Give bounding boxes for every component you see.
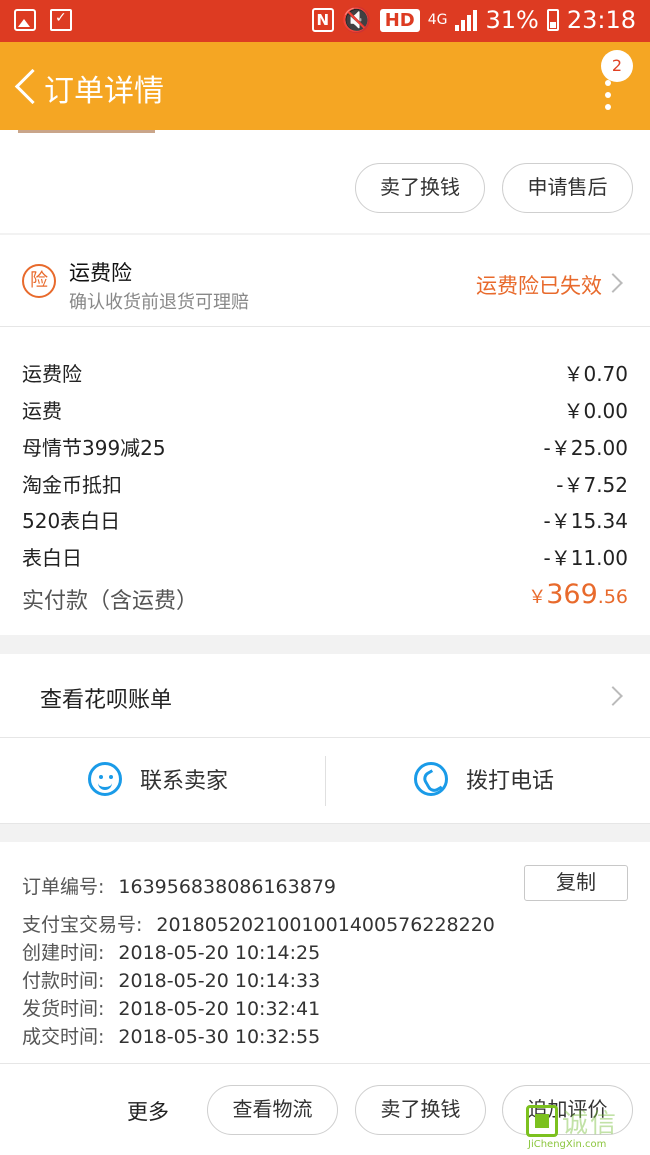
huabei-label: 查看花呗账单: [40, 688, 173, 713]
fee-label: 520表白日: [22, 509, 121, 533]
chevron-right-icon: [603, 686, 623, 706]
sell-button-bottom[interactable]: 卖了换钱: [355, 1085, 486, 1135]
total-amount: ￥369.56: [528, 579, 628, 610]
fee-breakdown: 运费险 ￥0.70 运费 ￥0.00 母情节399减25 -￥25.00 淘金币…: [0, 327, 650, 635]
insurance-name: 运费险: [69, 261, 132, 285]
battery-icon: [546, 9, 559, 31]
fee-label: 运费: [22, 399, 62, 423]
paid-time-row: 付款时间: 2018-05-20 10:14:33: [22, 966, 320, 993]
fee-value: -￥25.00: [543, 436, 628, 460]
network-type-label: 4G: [427, 12, 448, 28]
created-time-value: 2018-05-20 10:14:25: [118, 942, 321, 964]
fee-row: 运费险 ￥0.70: [22, 358, 628, 390]
gallery-icon: [14, 9, 36, 31]
copy-button[interactable]: 复制: [524, 865, 628, 901]
contact-seller-button[interactable]: 联系卖家: [88, 762, 228, 796]
fee-label: 表白日: [22, 546, 82, 570]
watermark-url: JiChengXin.com: [528, 1139, 607, 1150]
paid-time-value: 2018-05-20 10:14:33: [118, 970, 321, 992]
fee-label: 母情节399减25: [22, 436, 166, 460]
created-time-label: 创建时间:: [22, 942, 105, 964]
view-logistics-button[interactable]: 查看物流: [207, 1085, 338, 1135]
fee-row: 表白日 -￥11.00: [22, 542, 628, 574]
order-info: 订单编号: 163956838086163879 复制 支付宝交易号: 201805…: [0, 842, 650, 1064]
fee-value: ￥0.70: [563, 362, 628, 386]
status-bar: N 🔇 HD 4G 31% 23:18: [0, 0, 650, 42]
bottom-action-bar: 更多 查看物流 卖了换钱 追加评价 诚信 JiChengXin.com: [0, 1064, 650, 1155]
site-watermark: 诚信 JiChengXin.com: [526, 1105, 646, 1150]
sell-button[interactable]: 卖了换钱: [355, 163, 485, 213]
chat-face-icon: [88, 762, 122, 796]
fee-value: -￥11.00: [543, 546, 628, 570]
total-integer: 369: [546, 579, 598, 610]
signal-icon: [455, 9, 478, 31]
fee-label: 淘金币抵扣: [22, 473, 122, 497]
fee-value: ￥0.00: [563, 399, 628, 423]
call-phone-button[interactable]: 拨打电话: [414, 762, 554, 796]
mute-icon: 🔇: [341, 6, 372, 34]
product-thumbnail-edge: [18, 130, 155, 133]
shipped-time-row: 发货时间: 2018-05-20 10:32:41: [22, 994, 320, 1021]
order-number-row: 订单编号: 163956838086163879: [22, 872, 336, 899]
watermark-logo-icon: [526, 1105, 558, 1137]
alipay-number-row: 支付宝交易号: 2018052021001001400576228220: [22, 910, 495, 937]
battery-percent: 31%: [485, 6, 539, 34]
contact-seller-label: 联系卖家: [140, 769, 229, 794]
fee-label: 运费险: [22, 362, 82, 386]
nfc-icon: N: [311, 8, 334, 32]
huabei-bill-row[interactable]: 查看花呗账单: [0, 654, 650, 738]
message-badge: 2: [601, 50, 633, 82]
phone-icon: [414, 762, 448, 796]
insurance-status: 运费险已失效: [476, 274, 602, 298]
alipay-number-value: 2018052021001001400576228220: [156, 914, 495, 936]
shipped-time-label: 发货时间:: [22, 998, 105, 1020]
fee-value: -￥15.34: [543, 509, 628, 533]
watermark-text: 诚信: [562, 1109, 619, 1139]
total-currency: ￥: [528, 587, 547, 608]
chevron-right-icon: [603, 273, 623, 293]
order-number-value: 163956838086163879: [118, 876, 336, 898]
order-number-label: 订单编号:: [22, 876, 105, 898]
clock: 23:18: [566, 6, 636, 34]
fee-row: 母情节399减25 -￥25.00: [22, 432, 628, 464]
hd-voice-icon: HD: [379, 8, 420, 32]
page-title: 订单详情: [44, 74, 164, 109]
completed-time-label: 成交时间:: [22, 1026, 105, 1048]
more-menu-icon[interactable]: [598, 80, 618, 116]
total-decimal: .56: [597, 586, 628, 608]
completed-time-value: 2018-05-30 10:32:55: [118, 1026, 321, 1048]
contact-bar: 联系卖家 拨打电话: [0, 738, 650, 824]
title-bar: 订单详情 2: [0, 42, 650, 130]
after-sales-button[interactable]: 申请售后: [502, 163, 633, 213]
fee-row: 淘金币抵扣 -￥7.52: [22, 469, 628, 501]
fee-row: 520表白日 -￥15.34: [22, 505, 628, 537]
task-check-icon: [50, 9, 72, 31]
shipping-insurance-row[interactable]: 险 运费险 确认收货前退货可理赔 运费险已失效: [0, 235, 650, 327]
paid-time-label: 付款时间:: [22, 970, 105, 992]
shipped-time-value: 2018-05-20 10:32:41: [118, 998, 321, 1020]
back-arrow-icon[interactable]: [12, 66, 36, 106]
divider: [325, 756, 326, 806]
created-time-row: 创建时间: 2018-05-20 10:14:25: [22, 938, 320, 965]
alipay-number-label: 支付宝交易号:: [22, 914, 143, 936]
total-label: 实付款（含运费）: [22, 589, 199, 614]
fee-row: 运费 ￥0.00: [22, 395, 628, 427]
fee-value: -￥7.52: [556, 473, 628, 497]
call-phone-label: 拨打电话: [466, 769, 555, 794]
insurance-description: 确认收货前退货可理赔: [69, 292, 249, 313]
order-actions-card: 卖了换钱 申请售后: [0, 130, 650, 233]
insurance-icon: 险: [22, 264, 56, 298]
completed-time-row: 成交时间: 2018-05-30 10:32:55: [22, 1022, 320, 1049]
more-button[interactable]: 更多: [127, 1096, 169, 1126]
